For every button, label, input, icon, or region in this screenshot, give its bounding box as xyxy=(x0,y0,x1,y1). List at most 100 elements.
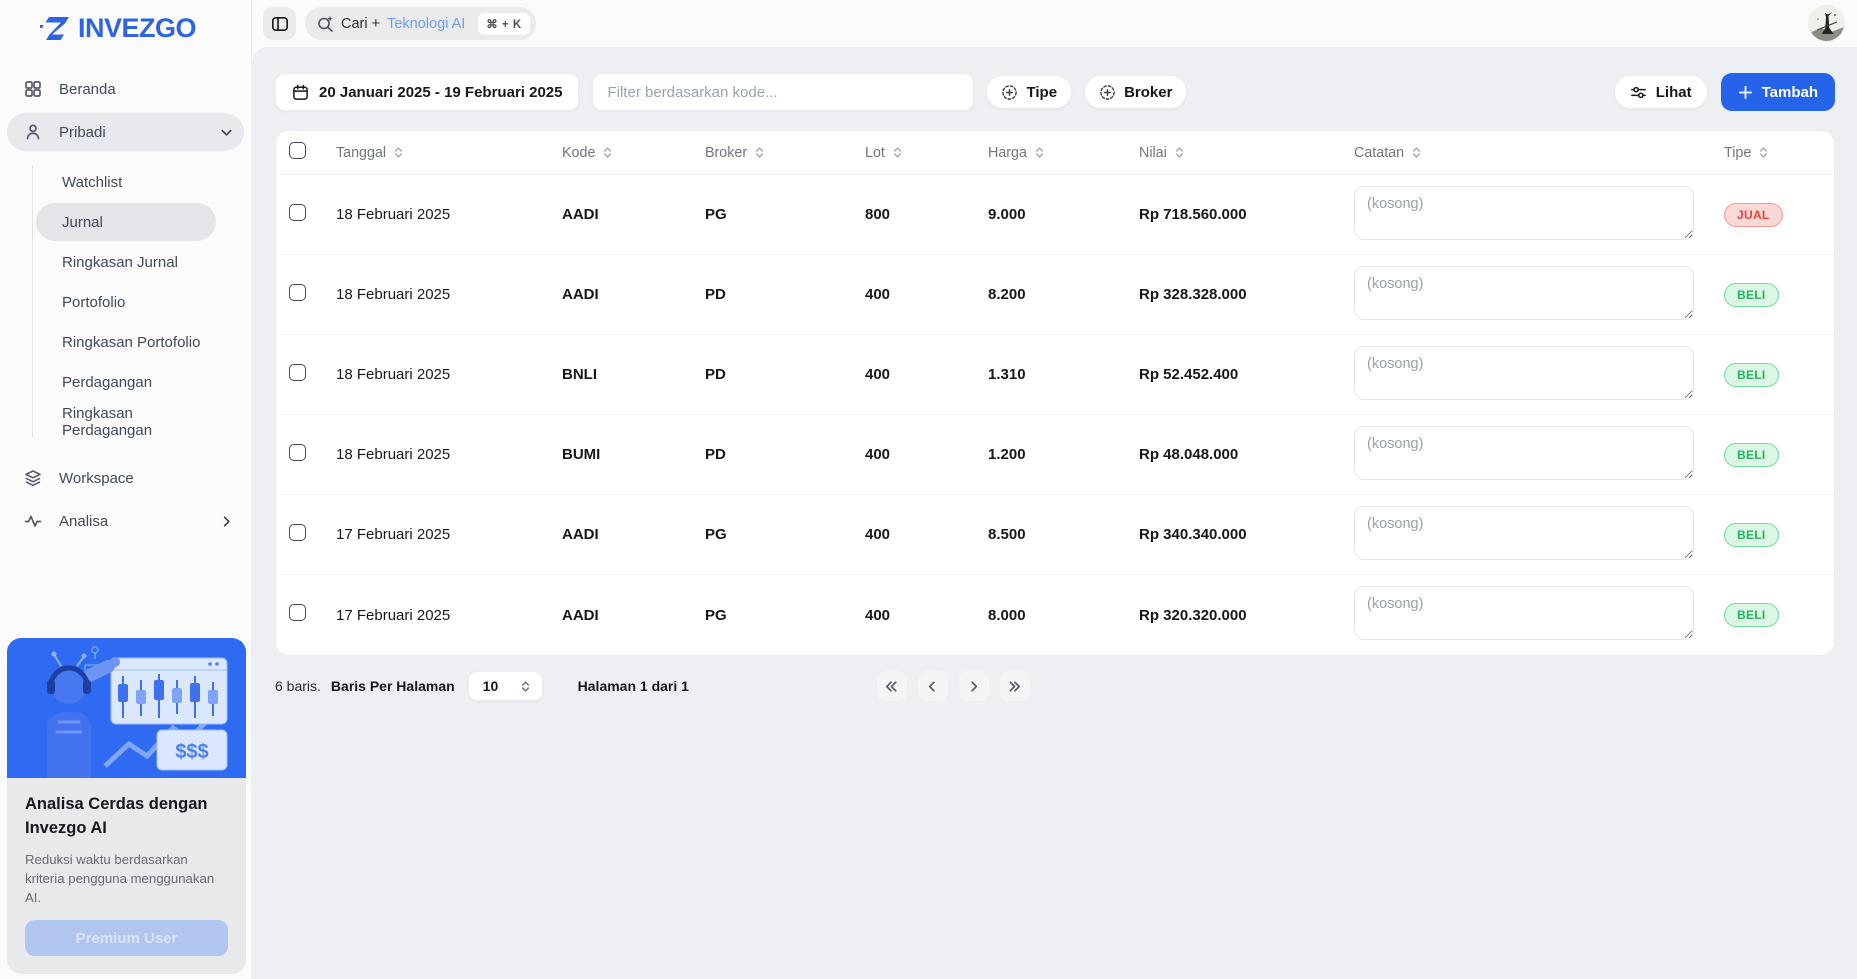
cell-lot: 400 xyxy=(865,446,891,463)
sidebar-sub-item[interactable]: Portofolio xyxy=(36,283,216,321)
sidebar-item-workspace[interactable]: Workspace xyxy=(7,459,244,497)
catatan-textarea[interactable] xyxy=(1354,505,1694,560)
cell-nilai: Rp 48.048.000 xyxy=(1139,446,1239,463)
sidebar-nav: Beranda Pribadi Watchlist Jurnal Ringkas… xyxy=(0,70,251,540)
catatan-textarea[interactable] xyxy=(1354,185,1694,240)
kode-filter-input[interactable] xyxy=(592,73,975,111)
cell-lot: 400 xyxy=(865,366,891,383)
first-page-button[interactable] xyxy=(876,671,907,701)
sort-icon xyxy=(893,147,901,158)
global-search[interactable]: Cari + Teknologi AI ⌘ + K xyxy=(305,7,536,40)
circle-plus-icon xyxy=(1099,84,1116,101)
select-all-checkbox[interactable] xyxy=(289,141,306,159)
cell-lot: 400 xyxy=(865,286,891,303)
sort-icon xyxy=(1035,147,1043,158)
date-range-label: 20 Januari 2025 - 19 Februari 2025 xyxy=(319,83,563,101)
date-range-button[interactable]: 20 Januari 2025 - 19 Februari 2025 xyxy=(275,73,580,111)
cell-harga: 8.200 xyxy=(988,286,1026,303)
cell-broker: PD xyxy=(705,446,726,463)
sidebar-item-analisa[interactable]: Analisa xyxy=(7,502,244,540)
main-content: 20 Januari 2025 - 19 Februari 2025 Tipe … xyxy=(252,47,1857,979)
sort-icon xyxy=(1760,147,1768,158)
sidebar-sub-item[interactable]: Ringkasan Jurnal xyxy=(36,243,216,281)
per-page-select[interactable]: 10 xyxy=(467,671,543,701)
table-footer: 6 baris. Baris Per Halaman 10 Halaman 1 … xyxy=(275,671,1835,701)
cell-broker: PG xyxy=(705,206,727,223)
catatan-textarea[interactable] xyxy=(1354,265,1694,320)
cell-nilai: Rp 328.328.000 xyxy=(1139,286,1247,303)
chevrons-left-icon xyxy=(886,680,897,692)
row-checkbox[interactable] xyxy=(289,283,306,301)
sidebar-item-beranda[interactable]: Beranda xyxy=(7,70,244,108)
sidebar-sub-item-label: Perdagangan xyxy=(62,373,153,391)
cell-harga: 1.310 xyxy=(988,366,1026,383)
sidebar-toggle-button[interactable] xyxy=(263,7,296,40)
cell-broker: PD xyxy=(705,286,726,303)
table-row: 17 Februari 2025 AADI PG 400 8.000 Rp 32… xyxy=(276,575,1834,655)
sidebar-pribadi-submenu: Watchlist Jurnal Ringkasan Jurnal Portof… xyxy=(7,156,244,447)
last-page-button[interactable] xyxy=(999,671,1030,701)
next-page-button[interactable] xyxy=(958,671,989,701)
promo-title: Analisa Cerdas dengan Invezgo AI xyxy=(25,794,208,837)
view-options-button[interactable]: Lihat xyxy=(1613,75,1708,109)
row-checkbox[interactable] xyxy=(289,363,306,381)
column-header-lot[interactable]: Lot xyxy=(857,145,980,161)
chevron-right-icon xyxy=(971,680,978,692)
sidebar-sub-item[interactable]: Jurnal xyxy=(36,203,216,241)
sidebar-sub-item[interactable]: Perdagangan xyxy=(36,363,216,401)
cell-tanggal: 18 Februari 2025 xyxy=(336,366,451,383)
grid-icon xyxy=(24,80,42,98)
cell-lot: 800 xyxy=(865,206,891,223)
search-label: Cari + xyxy=(341,15,381,32)
tipe-badge: BELI xyxy=(1724,603,1779,627)
user-avatar[interactable] xyxy=(1809,6,1844,41)
sidebar-sub-item[interactable]: Ringkasan Portofolio xyxy=(36,323,216,361)
table-row: 18 Februari 2025 AADI PG 800 9.000 Rp 71… xyxy=(276,175,1834,255)
column-header-broker[interactable]: Broker xyxy=(697,145,857,161)
table-row: 18 Februari 2025 BNLI PD 400 1.310 Rp 52… xyxy=(276,335,1834,415)
row-checkbox[interactable] xyxy=(289,203,306,221)
column-header-catatan[interactable]: Catatan xyxy=(1346,145,1716,161)
tipe-filter-label: Tipe xyxy=(1026,83,1058,101)
column-header-kode[interactable]: Kode xyxy=(554,145,697,161)
premium-user-button[interactable]: Premium User xyxy=(25,920,228,956)
sidebar: INVEZGO Beranda Pribadi Watchlist Jurnal… xyxy=(0,0,252,979)
sidebar-sub-item[interactable]: Watchlist xyxy=(36,163,216,201)
sidebar-item-label: Pribadi xyxy=(59,123,106,141)
cell-lot: 400 xyxy=(865,526,891,543)
column-header-nilai[interactable]: Nilai xyxy=(1131,145,1346,161)
layers-icon xyxy=(24,469,42,487)
sidebar-sub-item[interactable]: Ringkasan Perdagangan xyxy=(36,403,216,441)
cell-harga: 9.000 xyxy=(988,206,1026,223)
broker-filter-button[interactable]: Broker xyxy=(1084,75,1188,109)
previous-page-button[interactable] xyxy=(917,671,948,701)
chevron-up-down-icon xyxy=(521,680,529,692)
table-row: 18 Februari 2025 AADI PD 400 8.200 Rp 32… xyxy=(276,255,1834,335)
cell-harga: 8.500 xyxy=(988,526,1026,543)
promo-description: Reduksi waktu berdasarkan kriteria pengg… xyxy=(25,851,215,905)
row-checkbox[interactable] xyxy=(289,604,306,621)
catatan-textarea[interactable] xyxy=(1354,425,1694,480)
add-entry-button[interactable]: Tambah xyxy=(1720,73,1835,111)
broker-filter-label: Broker xyxy=(1124,83,1173,101)
circle-plus-icon xyxy=(1001,84,1018,101)
cell-tanggal: 18 Februari 2025 xyxy=(336,446,451,463)
cell-nilai: Rp 718.560.000 xyxy=(1139,206,1247,223)
calendar-icon xyxy=(292,84,309,101)
view-options-label: Lihat xyxy=(1655,83,1692,101)
catatan-textarea[interactable] xyxy=(1354,586,1694,640)
row-checkbox[interactable] xyxy=(289,443,306,461)
catatan-textarea[interactable] xyxy=(1354,345,1694,400)
search-label-highlight: Teknologi AI xyxy=(387,15,466,32)
row-checkbox[interactable] xyxy=(289,523,306,541)
column-header-tipe[interactable]: Tipe xyxy=(1716,145,1834,161)
sidebar-item-label: Workspace xyxy=(59,469,134,487)
cell-broker: PG xyxy=(705,606,727,624)
sort-icon xyxy=(1413,147,1421,158)
tipe-filter-button[interactable]: Tipe xyxy=(986,75,1073,109)
chevron-left-icon xyxy=(929,680,936,692)
sidebar-item-pribadi[interactable]: Pribadi xyxy=(7,113,244,151)
tipe-badge: BELI xyxy=(1724,442,1779,467)
column-header-tanggal[interactable]: Tanggal xyxy=(328,145,554,161)
column-header-harga[interactable]: Harga xyxy=(980,145,1131,161)
